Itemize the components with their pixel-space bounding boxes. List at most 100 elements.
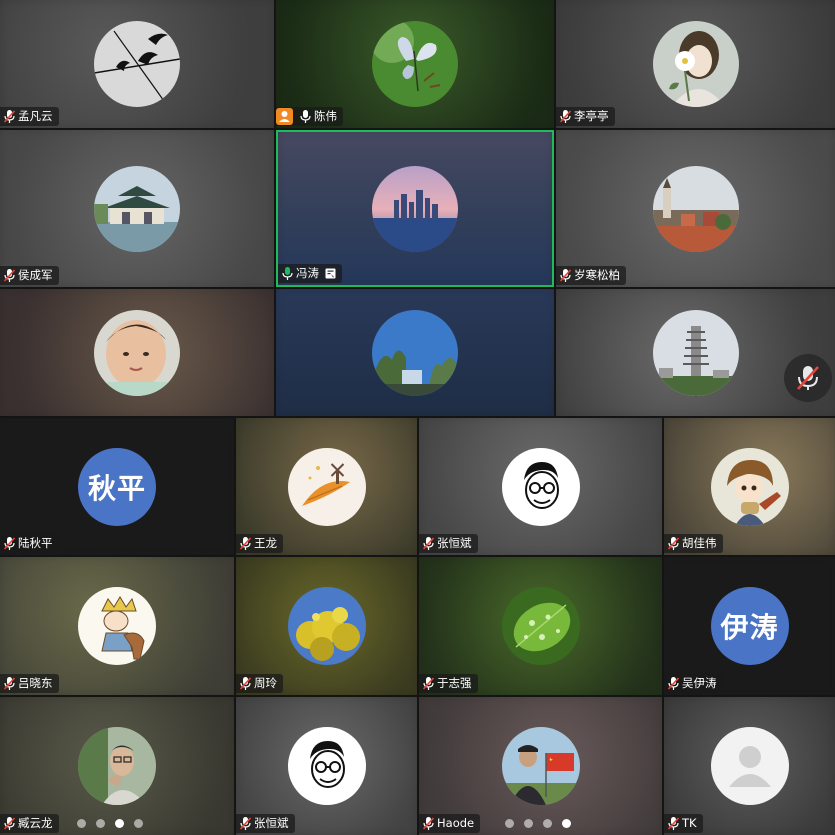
participant-name: 臧云龙 [18,816,53,830]
anime-guitar-girl-avatar [710,447,789,526]
little-prince-avatar [78,587,156,665]
glasses-cartoon-avatar [501,447,580,526]
name-badge: 臧云龙 [0,814,59,833]
trees-sky-avatar [372,309,458,396]
video-tile[interactable]: 张恒斌 [236,697,417,835]
mute-toggle-button[interactable] [784,354,832,402]
name-badge: 张恒斌 [419,534,478,553]
video-tile[interactable]: 臧云龙 [0,697,234,835]
name-badge: 陆秋平 [0,534,59,553]
participant-name: 胡佳伟 [682,536,717,550]
name-badge: Haode [419,814,481,833]
mic-muted-icon [423,537,434,550]
name-badge: 王龙 [236,534,283,553]
participant-name: 周玲 [254,676,277,690]
participant-name: 张恒斌 [437,536,472,550]
mic-muted-icon [240,677,251,690]
video-tile[interactable]: 李亭亭 [556,0,835,128]
participant-name: 陆秋平 [18,536,53,550]
participant-name: 陈伟 [314,109,337,123]
baby-avatar [94,309,180,396]
mic-muted-icon [423,677,434,690]
name-badge: 冯涛 [278,264,342,283]
default-person-avatar [710,727,789,805]
participant-name: 岁寒松柏 [574,268,620,282]
name-badge: 孟凡云 [0,107,59,126]
leaf-droplets-avatar [501,587,580,665]
page-indicator [505,819,571,828]
video-tile[interactable]: Haode [419,697,662,835]
man-portrait-avatar [78,727,156,805]
name-badge: 吴伊涛 [664,674,723,693]
video-tile[interactable]: 陈伟 [276,0,554,128]
page-dot[interactable] [524,819,533,828]
feather-windmill-avatar [287,447,366,526]
participant-name: Haode [437,816,475,830]
page-dot[interactable] [505,819,514,828]
page-dot[interactable] [96,819,105,828]
video-tile[interactable]: 秋平 陆秋平 [0,418,234,555]
flower-girl-avatar [652,21,739,107]
video-tile-speaking[interactable]: 冯涛 [276,130,554,287]
page-dot[interactable] [134,819,143,828]
page-dot[interactable] [77,819,86,828]
participant-name: 吕晓东 [18,676,53,690]
mic-muted-icon [668,677,679,690]
mic-muted-icon [560,110,571,123]
mic-icon [300,110,311,123]
name-badge: 于志强 [419,674,478,693]
page-dot-active[interactable] [562,819,571,828]
name-badge: 周玲 [236,674,283,693]
mic-muted-icon [240,817,251,830]
video-tile[interactable] [0,289,274,416]
name-badge: 吕晓东 [0,674,59,693]
initials-avatar: 秋平 [78,447,156,526]
video-tile[interactable]: TK [664,697,835,835]
name-badge: 陈伟 [276,107,343,126]
participant-name: 侯成军 [18,268,53,282]
man-flag-avatar [501,727,580,805]
glasses-cartoon-avatar [287,727,366,805]
participant-name: 张恒斌 [254,816,289,830]
name-badge: 张恒斌 [236,814,295,833]
screen-share-icon [325,268,336,279]
mic-active-icon [282,267,293,280]
video-tile[interactable]: 吕晓东 [0,557,234,695]
mic-muted-icon [668,817,679,830]
video-tile[interactable]: 张恒斌 [419,418,662,555]
page-dot[interactable] [543,819,552,828]
participant-name: 李亭亭 [574,109,609,123]
swallows-avatar [94,21,180,107]
name-badge: 岁寒松柏 [556,266,626,285]
video-tile[interactable]: 胡佳伟 [664,418,835,555]
participant-name: 冯涛 [296,266,319,280]
mic-muted-icon [560,269,571,282]
page-dot-active[interactable] [115,819,124,828]
pagoda-avatar [652,309,739,396]
video-tile[interactable]: 王龙 [236,418,417,555]
participant-name: 王龙 [254,536,277,550]
video-tile[interactable]: 岁寒松柏 [556,130,835,287]
name-badge: TK [664,814,703,833]
name-badge: 侯成军 [0,266,59,285]
old-town-avatar [652,165,739,252]
mic-muted-icon [4,269,15,282]
city-skyline-avatar [372,165,458,252]
name-badge: 胡佳伟 [664,534,723,553]
pavilion-avatar [94,165,180,252]
mic-muted-icon [4,817,15,830]
mic-muted-icon [4,677,15,690]
video-tile[interactable]: 孟凡云 [0,0,274,128]
video-tile[interactable] [276,289,554,416]
mic-muted-icon [797,366,819,390]
video-tile[interactable]: 于志强 [419,557,662,695]
video-grid: 孟凡云 陈伟 李亭亭 侯成军 冯涛 岁寒松柏 秋平 陆秋平 王龙 张恒斌 胡佳伟… [0,0,835,835]
yellow-blossom-avatar [287,587,366,665]
mic-muted-icon [240,537,251,550]
video-tile[interactable]: 伊涛 吴伊涛 [664,557,835,695]
mic-muted-icon [668,537,679,550]
video-tile[interactable]: 侯成军 [0,130,274,287]
video-tile[interactable]: 周玲 [236,557,417,695]
participant-name: 孟凡云 [18,109,53,123]
name-badge: 李亭亭 [556,107,615,126]
